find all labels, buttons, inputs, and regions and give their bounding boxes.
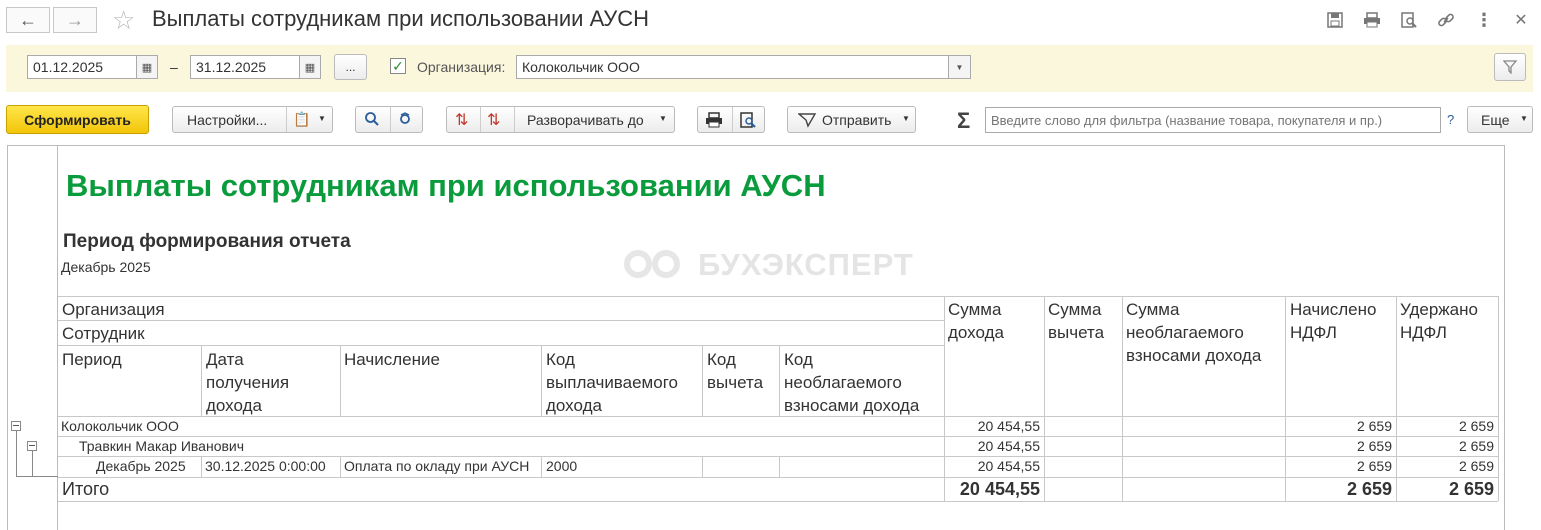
date-from-input[interactable]: 01.12.2025	[27, 55, 137, 79]
row-org-ndfl-withheld: 2 659	[1458, 418, 1494, 434]
back-button[interactable]: ←	[6, 7, 50, 33]
row-org-income: 20 454,55	[977, 418, 1040, 434]
total-ndfl-accrued: 2 659	[1346, 479, 1392, 499]
header-code-deduction: Код вычета	[707, 350, 764, 392]
header-period: Период	[62, 350, 122, 369]
send-button[interactable]: Отправить ▼	[787, 106, 916, 133]
sort-asc-icon[interactable]: ⇅	[487, 110, 500, 130]
header-deduction: Сумма вычета	[1048, 300, 1105, 342]
header-ndfl-withheld: Удержано НДФЛ	[1400, 300, 1478, 342]
preview-icon[interactable]	[740, 112, 756, 131]
watermark-logo	[622, 248, 692, 282]
total-label: Итого	[62, 479, 110, 499]
calendar-to-button[interactable]: ▦	[299, 55, 321, 79]
row-period-ndfl-accrued: 2 659	[1356, 458, 1392, 474]
calendar-from-button[interactable]: ▦	[136, 55, 158, 79]
chevron-down-icon: ▼	[318, 114, 326, 123]
header-ndfl-accrued: Начислено НДФЛ	[1290, 300, 1377, 342]
kebab-menu-icon[interactable]: ⋮	[1473, 9, 1495, 31]
more-button[interactable]: Еще ▼	[1467, 106, 1533, 133]
header-employee: Сотрудник	[62, 324, 145, 343]
arrow-left-icon: ←	[19, 9, 37, 30]
row-period-code: 2000	[546, 458, 578, 474]
arrow-right-icon: →	[66, 9, 84, 30]
total-income: 20 454,55	[959, 479, 1040, 499]
settings-group: Настройки... 📋 ▼	[172, 106, 333, 133]
more-label: Еще	[1481, 112, 1510, 128]
link-icon[interactable]	[1435, 9, 1457, 31]
send-icon	[797, 112, 817, 131]
org-input[interactable]: Колокольчик ООО	[516, 55, 949, 79]
row-period-ndfl-withheld: 2 659	[1458, 458, 1494, 474]
generate-button[interactable]: Сформировать	[6, 105, 149, 134]
funnel-icon	[1503, 60, 1517, 74]
total-ndfl-withheld: 2 659	[1448, 479, 1494, 499]
period-select-button[interactable]: ...	[334, 54, 367, 80]
report-title: Выплаты сотрудникам при использовании АУ…	[66, 168, 826, 203]
org-checkbox[interactable]: ✓	[390, 58, 406, 74]
print-group	[697, 106, 765, 133]
close-icon[interactable]: ✕	[1510, 9, 1532, 31]
org-dropdown-button[interactable]: ▼	[948, 55, 971, 79]
header-code-paid: Код выплачиваемого дохода	[546, 350, 678, 415]
header-organization: Организация	[62, 300, 165, 319]
settings-button[interactable]: Настройки...	[187, 112, 267, 128]
save-icon[interactable]	[1324, 9, 1346, 31]
search-next-icon[interactable]	[398, 111, 414, 130]
expand-to-button[interactable]: Разворачивать до	[527, 112, 644, 128]
send-label: Отправить	[822, 112, 892, 128]
calendar-icon: ▦	[304, 61, 316, 74]
chevron-down-icon: ▼	[659, 114, 667, 123]
row-period-label: Декабрь 2025	[96, 458, 186, 474]
row-period-income: 20 454,55	[977, 458, 1040, 474]
period-value: Декабрь 2025	[61, 259, 151, 275]
variants-icon[interactable]: 📋	[293, 111, 310, 128]
date-to-input[interactable]: 31.12.2025	[190, 55, 300, 79]
period-heading: Период формирования отчета	[63, 231, 351, 252]
window-title: Выплаты сотрудникам при использовании АУ…	[152, 6, 650, 31]
search-group	[355, 106, 423, 133]
row-employee-ndfl-accrued: 2 659	[1356, 438, 1392, 454]
date-separator: –	[170, 59, 178, 75]
header-accrual: Начисление	[344, 350, 440, 369]
collapse-org-icon[interactable]	[11, 421, 21, 431]
grouping-group: ⇅ ⇅ Разворачивать до ▼	[446, 106, 675, 133]
chevron-down-icon: ▼	[955, 62, 964, 72]
chevron-down-icon: ▼	[1520, 114, 1528, 123]
row-org-label: Колокольчик ООО	[61, 418, 179, 434]
print-icon[interactable]	[705, 112, 723, 131]
filter-settings-button[interactable]	[1494, 53, 1526, 81]
sum-icon[interactable]: Σ	[957, 108, 970, 134]
org-label: Организация:	[417, 59, 506, 75]
calendar-icon: ▦	[141, 61, 153, 74]
header-date: Дата получения дохода	[206, 350, 290, 415]
search-icon[interactable]	[364, 111, 380, 130]
report-filter-input[interactable]	[985, 107, 1441, 133]
row-org-ndfl-accrued: 2 659	[1356, 418, 1392, 434]
header-nontaxable: Сумма необлагаемого взносами дохода	[1126, 300, 1262, 365]
row-period-date: 30.12.2025 0:00:00	[205, 458, 326, 474]
header-income: Сумма дохода	[948, 300, 1004, 342]
chevron-down-icon: ▼	[902, 114, 910, 123]
print-icon[interactable]	[1361, 9, 1383, 31]
help-link[interactable]: ?	[1447, 112, 1454, 127]
favorite-star-icon[interactable]: ☆	[112, 5, 135, 36]
row-employee-label: Травкин Макар Иванович	[79, 438, 245, 454]
row-employee-ndfl-withheld: 2 659	[1458, 438, 1494, 454]
header-code-nontaxable: Код необлагаемого взносами дохода	[784, 350, 920, 415]
row-employee-income: 20 454,55	[977, 438, 1040, 454]
watermark-text: БУХЭКСПЕРТ	[698, 247, 914, 282]
collapse-employee-icon[interactable]	[27, 441, 37, 451]
row-period-accrual: Оплата по окладу при АУСН	[344, 458, 530, 474]
sort-desc-icon[interactable]: ⇅	[455, 110, 468, 130]
preview-icon[interactable]	[1398, 9, 1420, 31]
forward-button[interactable]: →	[53, 7, 97, 33]
